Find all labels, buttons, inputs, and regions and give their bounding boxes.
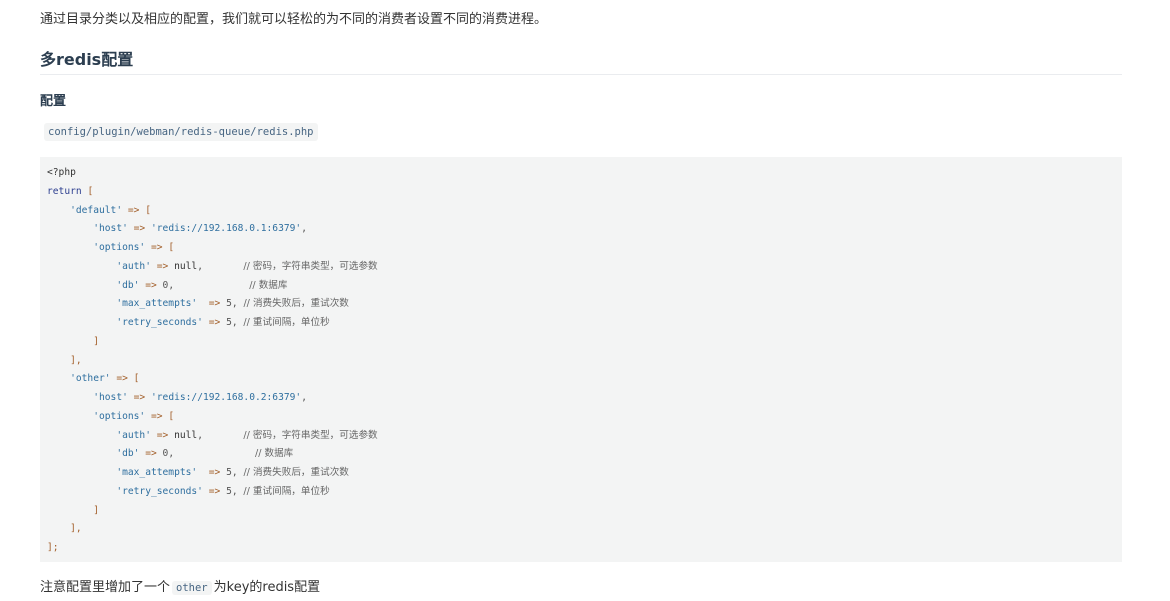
arrow-operator: => (133, 392, 146, 403)
code-line-auth: 'auth' => null, // 密码，字符串类型，可选参数 (116, 260, 378, 272)
auth-key: 'auth' (116, 429, 151, 441)
db-key: 'db' (116, 279, 140, 291)
code-line-retry-seconds: 'retry_seconds' => 5, // 重试间隔，单位秒 (116, 317, 330, 328)
arrow-operator: => (208, 298, 221, 310)
return-keyword: return (47, 185, 82, 197)
db-key: 'db' (116, 448, 140, 460)
retry-seconds-value: 5 (226, 317, 232, 328)
config-file-path: config/plugin/webman/redis-queue/redis.p… (44, 123, 318, 141)
code-line-options: 'options' => [ (47, 239, 1122, 258)
code-line-host: 'host' => 'redis://192.168.0.1:6379', (93, 223, 307, 235)
intro-paragraph: 通过目录分类以及相应的配置，我们就可以轻松的为不同的消费者设置不同的消费进程。 (40, 12, 548, 27)
retry-seconds-key: 'retry_seconds' (116, 485, 203, 497)
max-attempts-key: 'max_attempts' (116, 298, 198, 310)
auth-key: 'auth' (116, 260, 151, 272)
default-key: 'default' (70, 204, 123, 216)
retry-seconds-key: 'retry_seconds' (116, 317, 203, 328)
section-heading-multi-redis: 多redis配置 (40, 50, 134, 69)
other-key: 'other' (70, 373, 111, 385)
doc-page: 通过目录分类以及相应的配置，我们就可以轻松的为不同的消费者设置不同的消费进程。 … (0, 0, 1170, 601)
arrow-operator: => (156, 260, 169, 272)
arrow-operator: => (156, 429, 169, 441)
auth-comment: // 密码，字符串类型，可选参数 (243, 260, 378, 272)
code-line-max-attempts: 'max_attempts' => 5, // 消费失败后，重试次数 (116, 298, 349, 310)
arrow-operator: => (208, 317, 221, 328)
arrow-operator: => (150, 410, 163, 422)
retry-seconds-comment: // 重试间隔，单位秒 (243, 485, 330, 497)
open-bracket: [ (168, 242, 175, 253)
note-text-after: 为key的redis配置 (213, 580, 321, 595)
note-text-before: 注意配置里增加了一个 (40, 580, 171, 595)
code-line-options-other: 'options' => [ (47, 408, 1122, 427)
open-bracket: [ (145, 204, 151, 216)
db-value: 0 (162, 448, 169, 460)
arrow-operator: => (150, 242, 163, 253)
host-key: 'host' (93, 223, 128, 235)
heading-divider (40, 74, 1122, 75)
db-comment: // 数据库 (249, 279, 288, 291)
code-line-retry-seconds-other: 'retry_seconds' => 5, // 重试间隔，单位秒 (116, 485, 330, 497)
code-line-default-key: 'default' => [ (47, 202, 1122, 221)
code-line-open-tag: <?php (47, 164, 1122, 183)
close-bracket-final: ]; (47, 542, 59, 553)
db-value: 0 (162, 279, 169, 291)
db-comment: // 数据库 (254, 448, 294, 460)
max-attempts-comment: // 消费失败后，重试次数 (243, 467, 349, 478)
host-value-other: 'redis://192.168.0.2:6379' (151, 392, 302, 403)
code-line-close-options: ] (47, 333, 1122, 352)
code-line-close-default: ], (47, 352, 1122, 371)
retry-seconds-comment: // 重试间隔，单位秒 (243, 317, 330, 328)
host-key: 'host' (93, 392, 128, 403)
arrow-operator: => (127, 204, 140, 216)
code-line-auth-other: 'auth' => null, // 密码，字符串类型，可选参数 (116, 429, 378, 441)
arrow-operator: => (145, 448, 157, 460)
php-code-block: <?php return [ 'default' => [ 'host' => … (40, 157, 1122, 562)
null-value: null (174, 260, 198, 272)
max-attempts-key: 'max_attempts' (116, 467, 198, 478)
code-line-return: return [ (47, 183, 1122, 202)
auth-comment: // 密码，字符串类型，可选参数 (243, 429, 378, 441)
close-bracket-comma: ], (70, 354, 82, 366)
arrow-operator: => (208, 485, 221, 497)
code-line-close-final: ]; (47, 539, 1122, 558)
close-bracket: ] (93, 335, 99, 347)
note-paragraph: 注意配置里增加了一个 other 为key的redis配置 (40, 578, 320, 598)
max-attempts-value: 5 (226, 467, 232, 478)
open-bracket: [ (87, 185, 94, 197)
code-line-db-other: 'db' => 0, // 数据库 (116, 448, 294, 460)
max-attempts-comment: // 消费失败后，重试次数 (243, 298, 349, 310)
arrow-operator: => (116, 373, 128, 385)
null-value: null (174, 429, 198, 441)
open-bracket: [ (133, 373, 140, 385)
subsection-heading-config: 配置 (40, 94, 67, 109)
retry-seconds-value: 5 (226, 485, 232, 497)
max-attempts-value: 5 (226, 298, 232, 310)
close-bracket-comma: ], (70, 523, 82, 535)
host-value-default: 'redis://192.168.0.1:6379' (151, 223, 302, 235)
arrow-operator: => (145, 279, 157, 291)
code-line-other-key: 'other' => [ (47, 370, 1122, 389)
open-bracket: [ (168, 410, 175, 422)
code-line-db: 'db' => 0, // 数据库 (116, 279, 288, 291)
options-key: 'options' (93, 410, 146, 422)
arrow-operator: => (208, 467, 221, 478)
code-line-close-other: ], (47, 520, 1122, 539)
code-line-host-other: 'host' => 'redis://192.168.0.2:6379', (93, 392, 307, 403)
php-open-tag: <?php (47, 167, 76, 178)
arrow-operator: => (133, 223, 146, 235)
close-bracket: ] (93, 504, 99, 516)
note-inline-code: other (172, 581, 212, 595)
code-line-max-attempts-other: 'max_attempts' => 5, // 消费失败后，重试次数 (116, 467, 349, 478)
options-key: 'options' (93, 242, 146, 253)
code-line-close-options-other: ] (47, 502, 1122, 521)
